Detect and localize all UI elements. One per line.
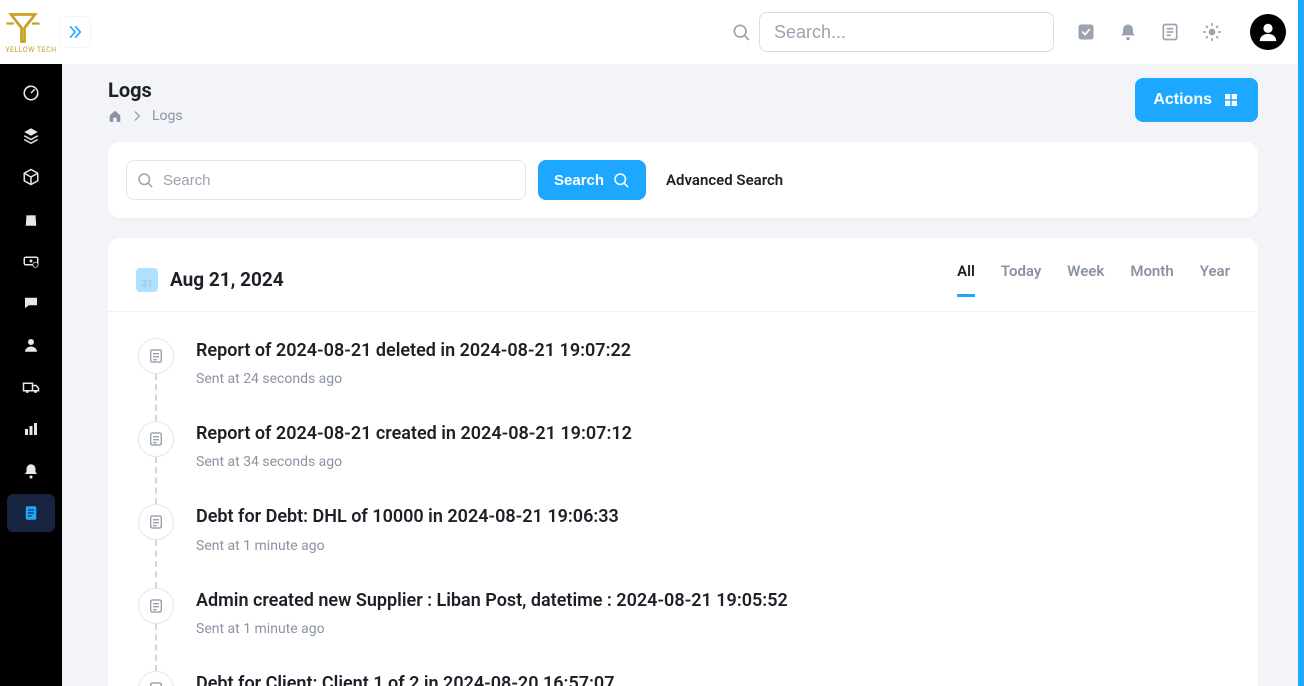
log-title: Report of 2024-08-21 deleted in 2024-08-… [196,338,631,363]
sidebar-item-notifications[interactable] [7,452,55,490]
calendar-icon [136,268,158,292]
sidebar-item-logs[interactable] [7,494,55,532]
timeline-connector [155,540,157,587]
search-button-label: Search [554,172,604,189]
notes-icon[interactable] [1160,22,1180,42]
breadcrumb: Logs [108,108,183,124]
sidebar-item-dashboard[interactable] [7,74,55,112]
log-time: Sent at 1 minute ago [196,621,788,637]
log-node-icon [138,671,174,686]
sidebar [0,64,62,686]
logs-card: Aug 21, 2024 All Today Week Month Year Repor… [108,238,1258,686]
top-search-input[interactable] [759,12,1054,52]
timeline-connector [155,624,157,671]
chevron-right-icon [130,109,144,123]
bell-icon [22,462,40,480]
gauge-icon [22,84,40,102]
logo-icon [5,10,41,46]
log-time: Sent at 34 seconds ago [196,454,632,470]
sidebar-item-orders[interactable] [7,200,55,238]
sidebar-toggle-button[interactable] [60,17,90,47]
main-content: Logs Logs Actions Search [62,64,1304,686]
user-icon [22,336,40,354]
profile-avatar[interactable] [1250,14,1286,50]
logs-header: Aug 21, 2024 All Today Week Month Year [108,238,1258,312]
chevron-double-right-icon [66,23,84,41]
log-node-icon [138,588,174,624]
search-card: Search Advanced Search [108,142,1258,218]
log-time: Sent at 1 minute ago [196,538,619,554]
log-item: Admin created new Supplier : Liban Post,… [138,588,1228,671]
log-item: Debt for Debt: DHL of 10000 in 2024-08-2… [138,504,1228,587]
timeline-connector [155,374,157,421]
logs-date-label: Aug 21, 2024 [170,268,284,291]
log-node-icon [138,421,174,457]
top-icon-group [1076,14,1286,50]
log-item: Report of 2024-08-21 deleted in 2024-08-… [138,338,1228,421]
home-icon[interactable] [108,109,122,123]
logs-date: Aug 21, 2024 [136,268,284,292]
sidebar-item-stacks[interactable] [7,116,55,154]
sidebar-item-analytics[interactable] [7,410,55,448]
tasks-icon[interactable] [1076,22,1096,42]
range-tab-month[interactable]: Month [1130,262,1173,297]
range-tab-today[interactable]: Today [1001,262,1041,297]
log-node-icon [138,504,174,540]
bell-icon[interactable] [1118,22,1138,42]
log-item: Debt for Client: Client 1 of 2 in 2024-0… [138,671,1228,686]
sidebar-item-transactions[interactable] [7,242,55,280]
log-title: Admin created new Supplier : Liban Post,… [196,588,788,613]
actions-label: Actions [1153,91,1212,109]
range-tab-year[interactable]: Year [1200,262,1230,297]
range-tab-all[interactable]: All [957,262,975,297]
log-title: Debt for Debt: DHL of 10000 in 2024-08-2… [196,504,619,529]
actions-button[interactable]: Actions [1135,78,1258,122]
search-input[interactable] [126,160,526,200]
breadcrumb-current: Logs [152,108,183,124]
sidebar-item-inventory[interactable] [7,158,55,196]
theme-toggle-icon[interactable] [1202,22,1222,42]
brand-text: YELLOW TECH [5,46,56,54]
brand-logo[interactable]: YELLOW TECH [0,0,62,64]
range-tabs: All Today Week Month Year [957,262,1230,297]
logs-timeline: Report of 2024-08-21 deleted in 2024-08-… [108,312,1258,686]
log-node-icon [138,338,174,374]
log-title: Report of 2024-08-21 created in 2024-08-… [196,421,632,446]
search-icon [612,171,630,189]
page-header: Logs Logs Actions [108,78,1258,124]
log-time: Sent at 24 seconds ago [196,371,631,387]
truck-icon [22,378,40,396]
timeline-connector [155,457,157,504]
advanced-search-link[interactable]: Advanced Search [666,171,783,189]
search-button[interactable]: Search [538,160,646,200]
chart-icon [22,420,40,438]
file-icon [22,504,40,522]
bag-icon [22,210,40,228]
cube-icon [22,168,40,186]
grid-icon [1222,91,1240,109]
right-scroll-accent [1298,0,1304,686]
range-tab-week[interactable]: Week [1067,262,1104,297]
cash-icon [22,252,40,270]
search-icon [136,171,154,189]
chat-icon [22,294,40,312]
log-item: Report of 2024-08-21 created in 2024-08-… [138,421,1228,504]
page-title: Logs [108,78,183,102]
sidebar-item-chat[interactable] [7,284,55,322]
log-title: Debt for Client: Client 1 of 2 in 2024-0… [196,671,614,686]
search-input-wrapper [126,160,526,200]
sidebar-item-users[interactable] [7,326,55,364]
topbar: YELLOW TECH [0,0,1304,64]
top-search-icon [731,22,751,42]
user-icon [1257,21,1279,43]
layers-icon [22,126,40,144]
sidebar-item-shipping[interactable] [7,368,55,406]
